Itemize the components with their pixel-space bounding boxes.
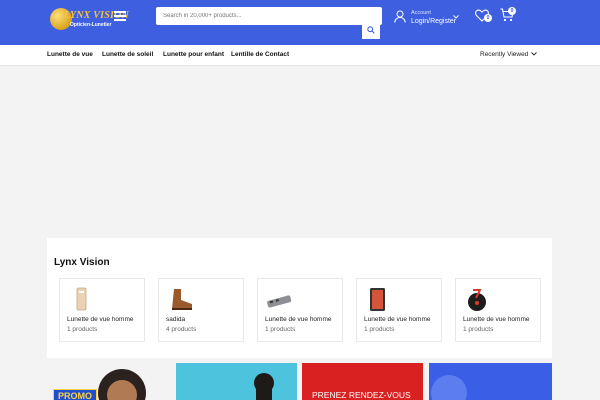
- search-icon: [367, 26, 375, 34]
- site-logo[interactable]: LYNX VISION Opticien-Lunetier: [50, 8, 129, 30]
- nav-lunette-de-vue[interactable]: Lunette de vue: [47, 51, 93, 58]
- appointment-banner[interactable]: PRENEZ RENDEZ-VOUS: [302, 363, 423, 400]
- user-icon: [394, 10, 406, 23]
- category-name: sadida: [166, 316, 186, 323]
- boot-icon: [172, 289, 192, 310]
- recently-viewed-label: Recently Viewed: [480, 51, 529, 58]
- category-section: Lynx Vision Lunette de vue homme 1 produ…: [47, 238, 552, 358]
- category-name: Lunette de vue homme: [265, 316, 332, 323]
- menu-icon[interactable]: [114, 11, 126, 21]
- top-header: LYNX VISION Opticien-Lunetier Account Lo…: [0, 0, 600, 45]
- category-count: 1 products: [364, 326, 395, 333]
- nav-lentille-de-contact[interactable]: Lentille de Contact: [231, 51, 289, 58]
- nav-lunette-pour-enfant[interactable]: Lunette pour enfant: [163, 51, 224, 58]
- wishlist-button[interactable]: 0: [475, 9, 493, 25]
- promo-banner[interactable]: PROMO: [47, 363, 160, 400]
- category-name: Lunette de vue homme: [67, 316, 134, 323]
- search-button[interactable]: [362, 22, 380, 39]
- search-input[interactable]: [156, 7, 382, 25]
- tablet-icon: [370, 288, 385, 311]
- category-count: 1 products: [265, 326, 296, 333]
- category-card[interactable]: Lunette de vue homme 1 products: [455, 278, 541, 342]
- account-menu[interactable]: Account Login/Register: [394, 8, 460, 28]
- category-card[interactable]: sadida 4 products: [158, 278, 244, 342]
- category-count: 1 products: [67, 326, 98, 333]
- smart-speaker-icon: [468, 289, 486, 311]
- promo-label: PROMO: [53, 389, 98, 400]
- eyewear-banner[interactable]: [176, 363, 297, 400]
- section-title: Lynx Vision: [54, 257, 110, 268]
- logo-tagline: Opticien-Lunetier: [70, 22, 112, 28]
- category-card[interactable]: Lunette de vue homme 1 products: [356, 278, 442, 342]
- cart-count-badge: 0: [508, 7, 516, 15]
- main-nav: Lunette de vue Lunette de soleil Lunette…: [0, 45, 600, 66]
- chevron-down-icon: [453, 15, 459, 19]
- chevron-down-icon: [531, 52, 538, 56]
- account-label: Account: [411, 10, 431, 16]
- phone-icon: [76, 287, 87, 311]
- cart-button[interactable]: 0: [500, 7, 518, 24]
- decorative-shape: [431, 375, 467, 400]
- category-name: Lunette de vue homme: [364, 316, 431, 323]
- wishlist-count-badge: 0: [484, 14, 492, 22]
- appointment-label: PRENEZ RENDEZ-VOUS: [312, 390, 411, 400]
- recently-viewed-menu[interactable]: Recently Viewed: [480, 51, 538, 58]
- category-name: Lunette de vue homme: [463, 316, 530, 323]
- category-card[interactable]: Lunette de vue homme 1 products: [257, 278, 343, 342]
- login-register-link[interactable]: Login/Register: [411, 18, 456, 25]
- usb-hub-icon: [267, 295, 292, 308]
- blue-banner[interactable]: [429, 363, 552, 400]
- category-count: 4 products: [166, 326, 197, 333]
- nav-lunette-de-soleil[interactable]: Lunette de soleil: [102, 51, 153, 58]
- person-photo: [254, 373, 274, 400]
- category-card[interactable]: Lunette de vue homme 1 products: [59, 278, 145, 342]
- category-count: 1 products: [463, 326, 494, 333]
